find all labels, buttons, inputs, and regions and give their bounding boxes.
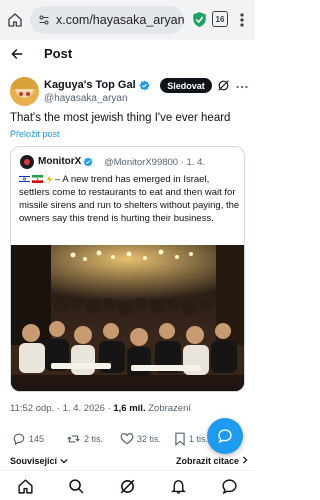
repost-button[interactable]: 2 tis.	[66, 432, 103, 446]
view-label: Zobrazení	[148, 403, 192, 414]
messages-icon	[221, 478, 237, 494]
home-button[interactable]	[0, 0, 30, 40]
nav-search[interactable]	[67, 477, 85, 495]
like-button[interactable]: 32 tis.	[120, 432, 161, 446]
grok-icon[interactable]	[217, 79, 230, 97]
show-quotes-link[interactable]: Zobrazit citace	[176, 456, 248, 466]
bookmark-count: 1 tis.	[189, 434, 209, 444]
browser-menu-icon[interactable]	[236, 12, 248, 33]
address-bar[interactable]: x.com/hayasaka_aryan/st	[30, 6, 184, 34]
author-name-text: Kaguya's Top Gal	[44, 79, 136, 91]
follow-button[interactable]: Sledovat	[160, 78, 212, 93]
post-time: 11:52 odp.	[10, 403, 55, 414]
related-label: Související	[10, 456, 58, 466]
bell-icon	[170, 479, 186, 494]
grok-icon	[120, 479, 134, 493]
quoted-post[interactable]: MonitorX @MonitorX99800 · 1. 4. – A new …	[10, 146, 245, 392]
quoted-post-text: – A new trend has emerged in Israel, set…	[19, 174, 240, 224]
quoted-author-name: MonitorX	[38, 156, 93, 167]
chevron-right-icon	[242, 456, 247, 464]
page-title: Post	[44, 46, 73, 61]
quoted-author-name-text: MonitorX	[38, 156, 82, 167]
chat-icon	[218, 429, 232, 444]
restaurant-crowd-image	[11, 245, 244, 391]
post-meta: 11:52 odp. · 1. 4. 2026 · 1,6 mil. Zobra…	[10, 403, 191, 414]
heart-icon	[120, 433, 134, 445]
url-text: x.com/hayasaka_aryan/st	[56, 13, 184, 27]
post-text: That's the most jewish thing I've ever h…	[10, 112, 231, 124]
avatar[interactable]	[10, 77, 39, 106]
chevron-down-icon	[59, 458, 68, 464]
quoted-avatar	[20, 155, 34, 169]
nav-notifications[interactable]	[169, 477, 187, 495]
reply-button[interactable]: 145	[12, 432, 44, 446]
reply-count: 145	[29, 434, 45, 444]
chat-fab-button[interactable]	[207, 418, 243, 454]
more-options-icon[interactable]	[236, 80, 248, 98]
nav-grok[interactable]	[118, 477, 136, 495]
bookmark-icon	[175, 432, 185, 446]
back-arrow-icon[interactable]	[10, 47, 24, 66]
nav-home[interactable]	[16, 477, 34, 495]
quoted-handle: @MonitorX99800	[104, 157, 179, 168]
tab-switcher-button[interactable]: 16	[212, 11, 228, 27]
like-count: 32 tis.	[137, 434, 162, 444]
quoted-handle-date: @MonitorX99800 · 1. 4.	[104, 157, 205, 168]
post-date: 1. 4. 2026	[62, 403, 105, 414]
shield-icon[interactable]	[192, 11, 207, 33]
translate-link[interactable]: Přeložit post	[10, 129, 60, 139]
verified-badge-icon	[83, 156, 93, 167]
show-quotes-label: Zobrazit citace	[176, 456, 240, 466]
bottom-navigation	[0, 470, 255, 500]
search-icon	[68, 478, 83, 493]
view-count: 1,6 mil.	[113, 403, 146, 414]
reply-icon	[13, 433, 25, 446]
repost-icon	[67, 435, 80, 443]
author-name[interactable]: Kaguya's Top Gal	[44, 79, 150, 91]
author-handle[interactable]: @hayasaka_aryan	[44, 93, 128, 104]
bookmark-button[interactable]: 1 tis.	[174, 432, 208, 446]
related-dropdown[interactable]: Související	[10, 456, 68, 466]
verified-badge-icon	[139, 79, 150, 91]
site-settings-icon[interactable]	[38, 14, 50, 26]
home-icon	[8, 13, 22, 27]
nav-messages[interactable]	[220, 477, 238, 495]
quoted-post-photo[interactable]	[11, 245, 244, 391]
quoted-date: · 1. 4.	[180, 157, 206, 168]
repost-count: 2 tis.	[84, 434, 104, 444]
home-icon	[17, 478, 33, 494]
